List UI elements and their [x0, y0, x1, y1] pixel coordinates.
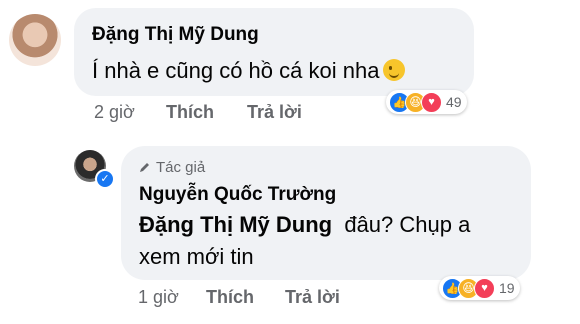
winking-face-emoji-icon: [383, 59, 406, 81]
reply-button[interactable]: Trả lời: [247, 102, 302, 123]
love-reaction-icon: ♥: [421, 91, 442, 113]
like-button[interactable]: Thích: [206, 287, 254, 308]
avatar[interactable]: [9, 14, 61, 66]
reaction-summary[interactable]: 👍 😆 ♥ 19: [439, 276, 520, 300]
verified-badge-icon: ✓: [95, 169, 115, 189]
reaction-count: 19: [499, 280, 515, 296]
reaction-summary[interactable]: 👍 😆 ♥ 49: [386, 90, 467, 114]
comment-author[interactable]: Nguyễn Quốc Trường: [139, 184, 336, 206]
author-badge: Tác giả: [139, 159, 205, 176]
reply-button[interactable]: Trả lời: [285, 287, 340, 308]
pen-icon: [140, 163, 149, 172]
mention-link[interactable]: Đặng Thị Mỹ Dung: [139, 212, 332, 237]
comment-author[interactable]: Đặng Thị Mỹ Dung: [92, 24, 259, 46]
reaction-count: 49: [446, 94, 462, 110]
comment-text: Đặng Thị Mỹ Dung đâu? Chụp a: [139, 212, 471, 237]
comment-time[interactable]: 2 giờ: [94, 102, 135, 123]
comment-time[interactable]: 1 giờ: [138, 287, 179, 308]
love-reaction-icon: ♥: [474, 277, 495, 299]
comment-text-line2: xem mới tin: [139, 244, 254, 269]
comment-text: Í nhà e cũng có hồ cá koi nha: [92, 58, 406, 84]
like-button[interactable]: Thích: [166, 102, 214, 123]
